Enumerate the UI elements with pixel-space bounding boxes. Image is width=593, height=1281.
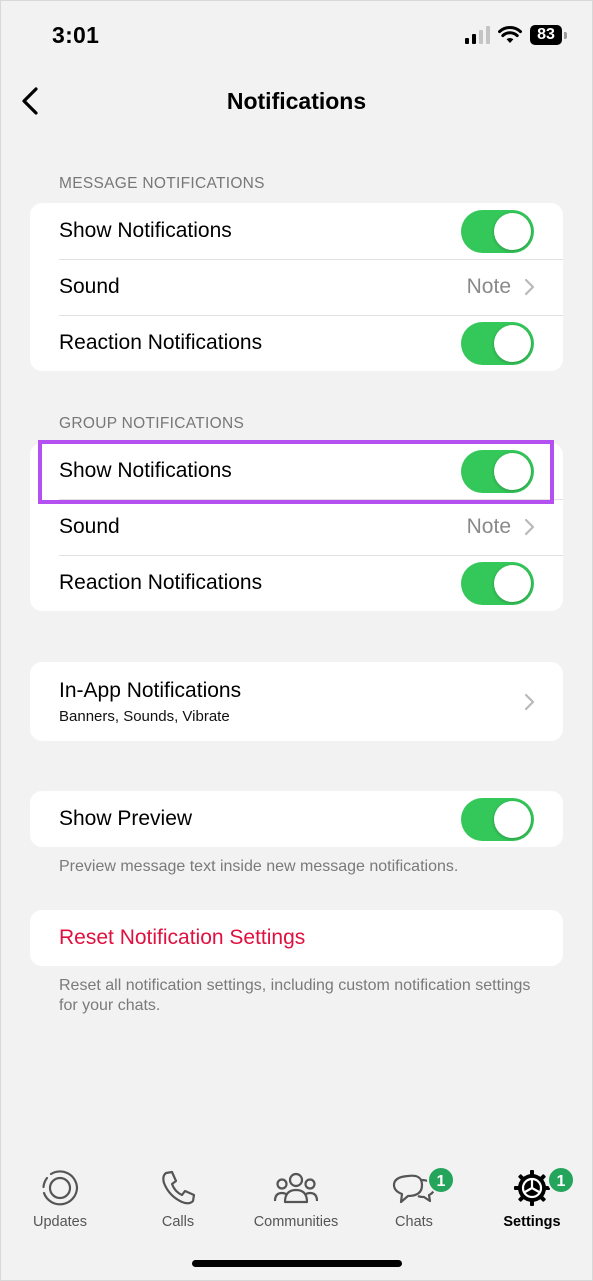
sound-value: Note bbox=[466, 275, 511, 298]
communities-icon bbox=[273, 1172, 319, 1204]
phone-icon bbox=[162, 1170, 196, 1205]
wifi-icon bbox=[498, 26, 522, 43]
tab-communities[interactable]: Communities bbox=[237, 1168, 355, 1230]
toggle-knob bbox=[494, 452, 531, 490]
status-time: 3:01 bbox=[52, 22, 100, 48]
tab-chats[interactable]: Chats 1 bbox=[355, 1166, 473, 1230]
status-icons: 83 bbox=[465, 25, 567, 45]
in-app-notifications-subtitle: Banners, Sounds, Vibrate bbox=[59, 708, 230, 725]
chevron-right-icon bbox=[524, 518, 535, 536]
group-sound-row[interactable]: Sound Note bbox=[30, 499, 563, 555]
show-preview-toggle[interactable] bbox=[461, 797, 534, 841]
group-notifications-card: Show Notifications Sound Note Reaction N… bbox=[30, 443, 563, 611]
row-label: Show Notifications bbox=[59, 459, 232, 482]
reset-label: Reset Notification Settings bbox=[59, 926, 306, 949]
toggle-knob bbox=[494, 212, 531, 250]
in-app-notifications-title: In-App Notifications bbox=[59, 679, 242, 702]
sound-value: Note bbox=[466, 515, 511, 538]
row-label: Sound bbox=[59, 275, 120, 298]
reset-card: Reset Notification Settings bbox=[30, 910, 563, 966]
cellular-signal-icon bbox=[465, 26, 490, 44]
message-show-notifications-toggle[interactable] bbox=[461, 209, 534, 253]
chats-badge: 1 bbox=[427, 1166, 455, 1194]
tab-settings[interactable]: Settings 1 bbox=[473, 1166, 591, 1230]
show-preview-row: Show Preview bbox=[30, 791, 563, 847]
chevron-right-icon bbox=[524, 278, 535, 296]
toggle-knob bbox=[494, 800, 531, 838]
row-label: Sound bbox=[59, 515, 120, 538]
group-show-notifications-toggle[interactable] bbox=[461, 449, 534, 493]
group-notifications-header: GROUP NOTIFICATIONS bbox=[59, 415, 245, 432]
battery-icon: 83 bbox=[530, 25, 562, 45]
page-title: Notifications bbox=[226, 88, 367, 114]
tab-calls[interactable]: Calls bbox=[119, 1168, 237, 1230]
toggle-knob bbox=[494, 324, 531, 362]
reset-notification-settings-button[interactable]: Reset Notification Settings bbox=[30, 910, 563, 966]
tab-updates[interactable]: Updates bbox=[1, 1168, 119, 1230]
tab-label: Calls bbox=[161, 1214, 195, 1230]
group-show-notifications-row: Show Notifications bbox=[30, 443, 563, 499]
message-show-notifications-row: Show Notifications bbox=[30, 203, 563, 259]
row-label: Show Preview bbox=[59, 807, 193, 830]
tab-label: Communities bbox=[253, 1214, 339, 1230]
tab-label: Chats bbox=[395, 1214, 433, 1230]
group-reaction-notifications-toggle[interactable] bbox=[461, 561, 534, 605]
message-reaction-notifications-row: Reaction Notifications bbox=[30, 315, 563, 371]
message-reaction-notifications-toggle[interactable] bbox=[461, 321, 534, 365]
tab-bar: Updates Calls Communities Chats 1 Settin… bbox=[0, 1150, 593, 1250]
row-label: Reaction Notifications bbox=[59, 331, 263, 354]
tab-label: Settings bbox=[503, 1214, 561, 1230]
home-indicator bbox=[192, 1260, 402, 1267]
show-preview-card: Show Preview bbox=[30, 791, 563, 847]
row-label: Show Notifications bbox=[59, 219, 232, 242]
settings-gear-icon bbox=[514, 1170, 550, 1206]
row-label: Reaction Notifications bbox=[59, 571, 263, 594]
message-notifications-header: MESSAGE NOTIFICATIONS bbox=[59, 175, 265, 192]
message-sound-row[interactable]: Sound Note bbox=[30, 259, 563, 315]
show-preview-footer: Preview message text inside new message … bbox=[59, 858, 459, 875]
chevron-right-icon bbox=[524, 693, 535, 711]
settings-badge: 1 bbox=[547, 1166, 575, 1194]
reset-footer: Reset all notification settings, includi… bbox=[59, 977, 531, 1014]
battery-tip bbox=[564, 31, 567, 39]
tab-label: Updates bbox=[32, 1214, 87, 1230]
message-notifications-card: Show Notifications Sound Note Reaction N… bbox=[30, 203, 563, 371]
in-app-notifications-card[interactable]: In-App Notifications Banners, Sounds, Vi… bbox=[30, 662, 563, 741]
toggle-knob bbox=[494, 564, 531, 602]
group-reaction-notifications-row: Reaction Notifications bbox=[30, 555, 563, 611]
updates-icon bbox=[42, 1170, 79, 1206]
